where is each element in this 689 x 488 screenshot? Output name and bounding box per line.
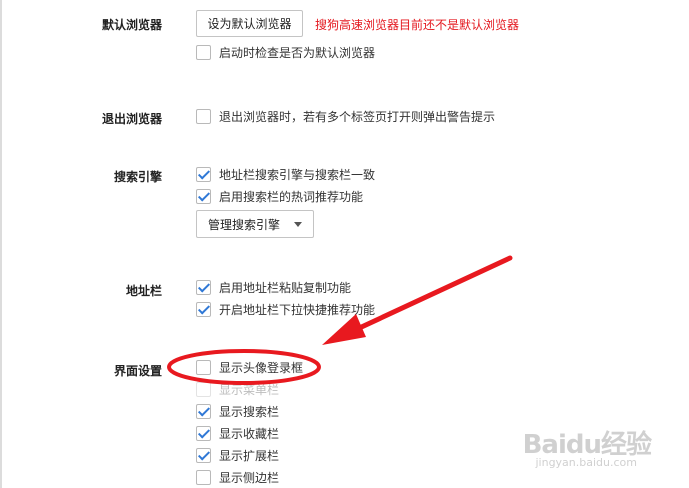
ui-option-row[interactable]: 显示菜单栏 <box>196 380 279 398</box>
address-option-text: 启用地址栏粘贴复制功能 <box>219 280 352 295</box>
annotation-overlay <box>167 255 513 385</box>
default-browser-label: 默认浏览器 <box>101 18 162 32</box>
check-on-start-row[interactable]: 启动时检查是否为默认浏览器 <box>196 43 375 61</box>
address-option-checkbox[interactable] <box>196 279 211 295</box>
warn-multi-tabs-text: 退出浏览器时，若有多个标签页打开则弹出警告提示 <box>219 109 496 124</box>
ui-option-checkbox[interactable] <box>196 359 211 375</box>
ui-option-row[interactable]: 显示侧边栏 <box>196 468 279 486</box>
search-option-checkbox[interactable] <box>196 166 211 182</box>
check-on-start-text: 启动时检查是否为默认浏览器 <box>219 45 376 60</box>
search-option-row[interactable]: 地址栏搜索引擎与搜索栏一致 <box>196 165 375 183</box>
ui-option-checkbox[interactable] <box>196 469 211 485</box>
ui-option-text: 显示搜索栏 <box>219 404 280 419</box>
address-option-text: 开启地址栏下拉快捷推荐功能 <box>219 302 376 317</box>
search-option-text: 地址栏搜索引擎与搜索栏一致 <box>219 167 376 182</box>
ui-option-row[interactable]: 显示扩展栏 <box>196 446 279 464</box>
address-option-row[interactable]: 启用地址栏粘贴复制功能 <box>196 278 351 296</box>
ui-option-checkbox[interactable] <box>196 447 211 463</box>
ui-option-row[interactable]: 显示收藏栏 <box>196 424 279 442</box>
arrow-head-icon <box>322 314 366 345</box>
exit-browser-label: 退出浏览器 <box>101 112 162 126</box>
ui-settings-label: 界面设置 <box>113 364 162 378</box>
ui-option-text: 显示头像登录框 <box>219 360 304 375</box>
address-option-row[interactable]: 开启地址栏下拉快捷推荐功能 <box>196 300 375 318</box>
baidu-watermark-url: jingyan.baidu.com <box>535 456 637 469</box>
search-option-text: 启用搜索栏的热词推荐功能 <box>219 189 364 204</box>
address-bar-label: 地址栏 <box>125 284 162 298</box>
ui-option-text: 显示菜单栏 <box>219 382 280 397</box>
manage-search-engines-label: 管理搜索引擎 <box>207 217 280 232</box>
address-option-checkbox[interactable] <box>196 301 211 317</box>
search-option-row[interactable]: 启用搜索栏的热词推荐功能 <box>196 187 363 205</box>
ui-option-checkbox[interactable] <box>196 381 211 397</box>
arrow-shaft <box>352 255 513 333</box>
ui-option-checkbox[interactable] <box>196 403 211 419</box>
ui-option-row[interactable]: 显示头像登录框 <box>196 358 303 376</box>
default-browser-warning: 搜狗高速浏览器目前还不是默认浏览器 <box>315 18 520 32</box>
ui-option-row[interactable]: 显示搜索栏 <box>196 402 279 420</box>
search-option-checkbox[interactable] <box>196 188 211 204</box>
ui-option-checkbox[interactable] <box>196 425 211 441</box>
set-default-browser-button[interactable]: 设为默认浏览器 <box>196 10 303 37</box>
check-on-start-checkbox[interactable] <box>196 44 211 60</box>
warn-multi-tabs-checkbox[interactable] <box>196 108 211 124</box>
ui-option-text: 显示扩展栏 <box>219 448 280 463</box>
search-engine-label: 搜索引擎 <box>113 170 162 184</box>
warn-multi-tabs-row[interactable]: 退出浏览器时，若有多个标签页打开则弹出警告提示 <box>196 107 495 125</box>
ui-option-text: 显示侧边栏 <box>219 470 280 485</box>
left-border <box>0 0 2 488</box>
manage-search-engines-button[interactable]: 管理搜索引擎 <box>196 210 314 238</box>
chevron-down-icon <box>294 221 302 227</box>
ui-option-text: 显示收藏栏 <box>219 426 280 441</box>
